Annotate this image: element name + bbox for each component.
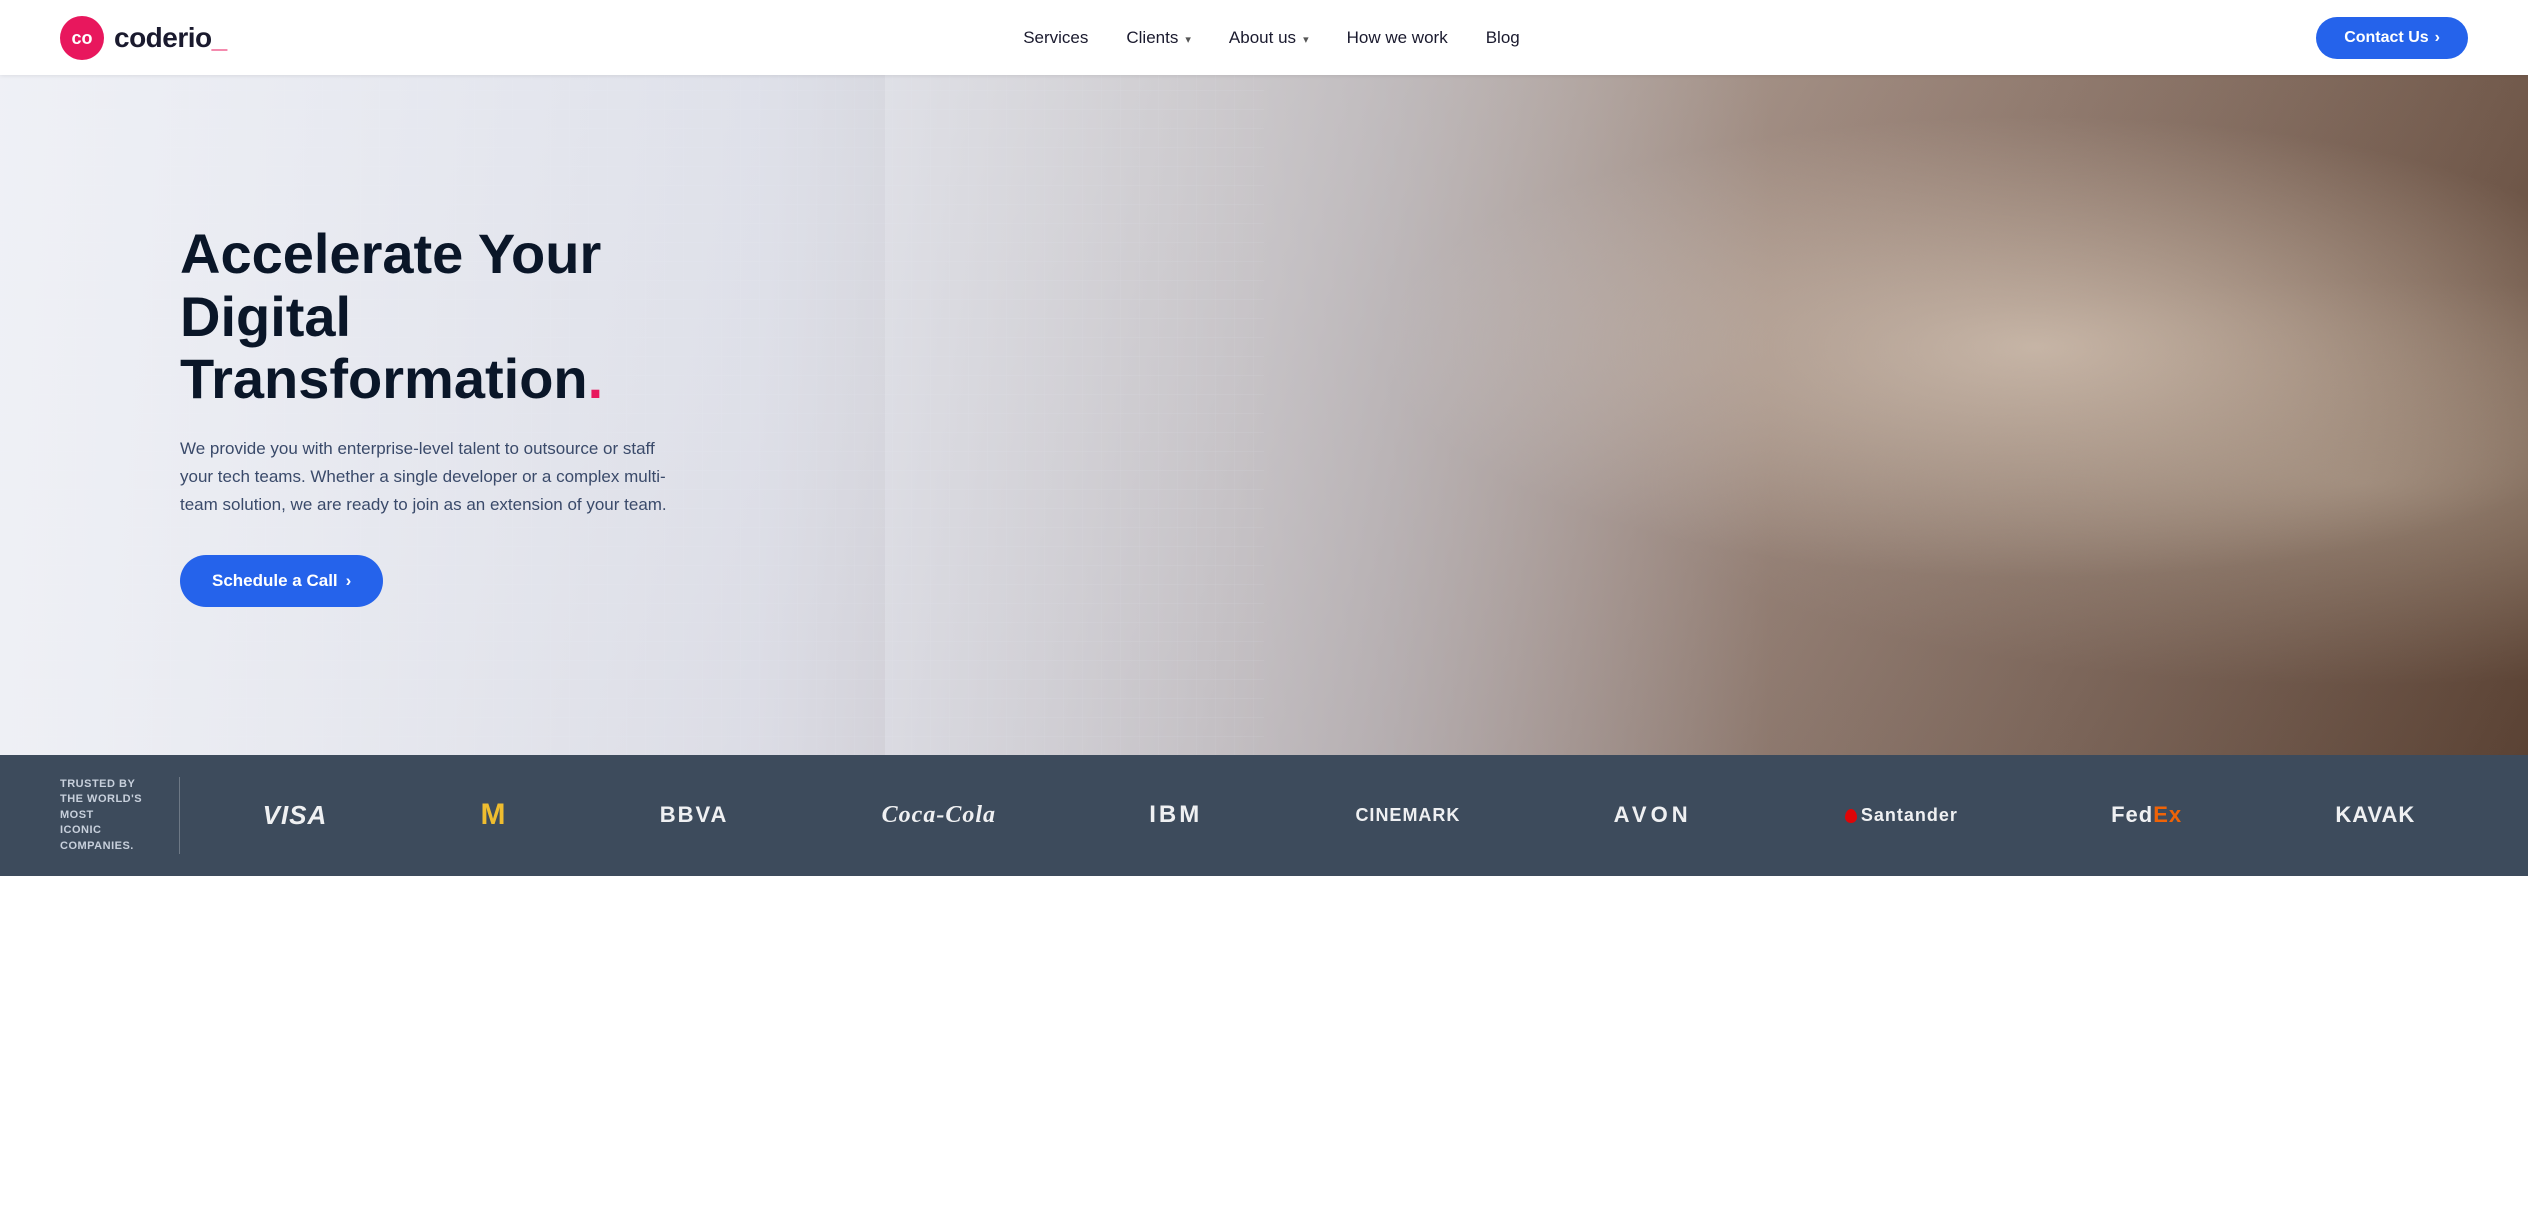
trusted-text: TRUSTED BY THE WORLD'S MOST ICONIC COMPA… [60,777,180,854]
nav-links: Services Clients ▾ About us ▾ How we wor… [1023,28,1520,48]
chevron-down-icon: ▾ [1182,34,1191,46]
ibm-logo: IBM [1149,801,1202,829]
nav-link-clients[interactable]: Clients ▾ [1126,28,1191,47]
chevron-down-icon: ▾ [1300,34,1309,46]
nav-item-how-we-work[interactable]: How we work [1347,28,1448,48]
nav-link-blog[interactable]: Blog [1486,28,1520,47]
arrow-icon: › [2435,29,2440,47]
cocacola-logo: Coca-Cola [882,802,996,829]
cinemark-logo: CINEMARK [1355,805,1460,826]
avon-logo: AVON [1614,802,1692,828]
contact-us-label: Contact Us [2344,29,2428,47]
mcdonalds-logo: M [481,798,507,832]
schedule-call-button[interactable]: Schedule a Call › [180,555,383,607]
arrow-icon: › [346,571,352,591]
nav-item-services[interactable]: Services [1023,28,1088,48]
hero-title-line1: Accelerate Your [180,222,601,285]
logo-text: coderio_ [114,22,227,54]
santander-flame-icon [1845,809,1857,823]
fedex-logo: FedEx [2111,802,2182,828]
trusted-text-line1: TRUSTED BY THE WORLD'S MOST [60,778,142,821]
bbva-logo: BBVA [660,802,729,828]
nav-link-services[interactable]: Services [1023,28,1088,47]
svg-text:co: co [71,28,92,48]
visa-logo: VISA [263,800,328,831]
trusted-bar: TRUSTED BY THE WORLD'S MOST ICONIC COMPA… [0,755,2528,876]
nav-item-clients[interactable]: Clients ▾ [1126,28,1191,48]
hero-title: Accelerate Your Digital Transformation. [180,223,740,411]
logo[interactable]: co coderio_ [60,16,227,60]
hero-title-dot: . [588,347,604,410]
santander-logo: Santander [1845,805,1958,826]
nav-link-about[interactable]: About us ▾ [1229,28,1309,47]
logos-row: VISA M BBVA Coca-Cola IBM CINEMARK AVON … [210,798,2468,832]
navbar: co coderio_ Services Clients ▾ About us … [0,0,2528,75]
hero-content: Accelerate Your Digital Transformation. … [160,223,760,607]
kavak-logo: KAVAK [2335,802,2415,828]
hero-title-line2: Digital Transformation [180,285,588,411]
hero-description: We provide you with enterprise-level tal… [180,435,670,519]
nav-item-about[interactable]: About us ▾ [1229,28,1309,48]
logo-icon: co [60,16,104,60]
hero-section: Accelerate Your Digital Transformation. … [0,75,2528,755]
trusted-text-line2: ICONIC COMPANIES. [60,824,134,851]
nav-link-how-we-work[interactable]: How we work [1347,28,1448,47]
contact-us-button[interactable]: Contact Us › [2316,17,2468,59]
nav-item-blog[interactable]: Blog [1486,28,1520,48]
schedule-call-label: Schedule a Call [212,571,338,591]
